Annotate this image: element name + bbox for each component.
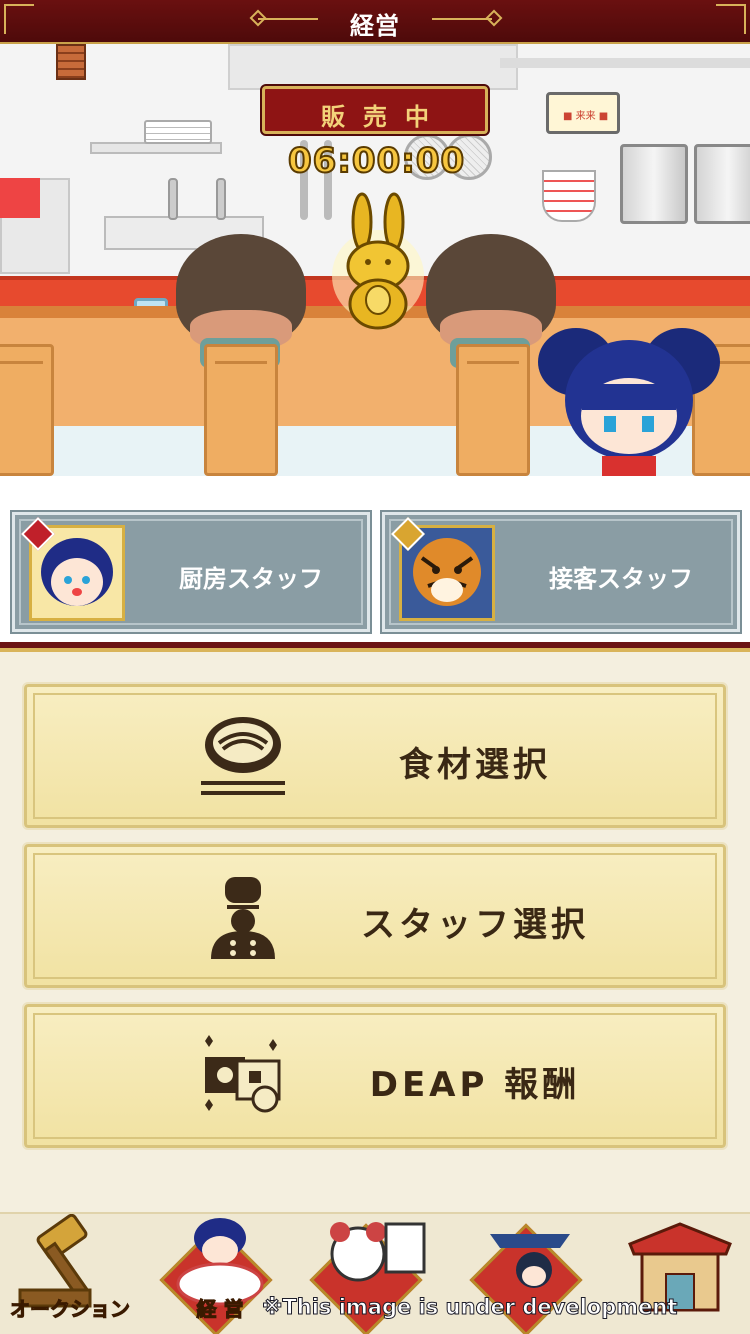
- chef-girl-avatar: [21, 517, 125, 621]
- faucet: [216, 178, 226, 220]
- character-chibi-girl[interactable]: [536, 320, 722, 476]
- golden-rabbit-icon[interactable]: [330, 192, 426, 332]
- sale-status-plate: 販売中: [262, 86, 488, 134]
- faucet: [168, 178, 178, 220]
- stool: [0, 344, 54, 476]
- red-box: [0, 178, 40, 218]
- development-notice: ※This image is under development: [262, 1295, 678, 1320]
- wall-sign: ■ 来来 ■: [546, 92, 620, 134]
- kitchen-staff-button[interactable]: 厨房スタッフ: [10, 510, 372, 634]
- wall-vent: [56, 44, 86, 80]
- stool: [456, 344, 530, 476]
- staff-section: 厨房スタッフ 接客スタッフ: [0, 476, 750, 642]
- deap-reward-button[interactable]: DEAP 報酬: [22, 1002, 728, 1150]
- deap-reward-label: DEAP 報酬: [369, 1065, 581, 1105]
- chef-icon: [211, 877, 275, 959]
- wall-pipe: [500, 58, 750, 68]
- countdown-timer: 06:00:00: [287, 141, 466, 181]
- staff-select-button[interactable]: スタッフ選択: [22, 842, 728, 990]
- ingredient-select-button[interactable]: 食材選択: [22, 682, 728, 830]
- ingredient-select-label: 食材選択: [399, 745, 551, 785]
- exhaust-hood: [228, 44, 518, 90]
- kitchen-staff-label: 厨房スタッフ: [179, 565, 323, 593]
- reward-cards-icon: [205, 1035, 281, 1113]
- nav-auction[interactable]: オークション: [0, 1214, 140, 1334]
- restaurant-scene: ■ 来来 ■ 販売中 06:00:00: [0, 44, 750, 476]
- customer-head: [176, 234, 306, 350]
- menu-panel: 食材選択 スタッフ選択 DEAP 報酬: [0, 642, 750, 1212]
- stock-pot: [694, 144, 750, 224]
- top-header: 経営: [0, 0, 750, 44]
- ramen-bowl-icon: [201, 717, 285, 795]
- service-staff-button[interactable]: 接客スタッフ: [380, 510, 742, 634]
- staff-select-label: スタッフ選択: [361, 905, 589, 945]
- page-title: 経営: [350, 12, 400, 40]
- stacked-plates: [144, 120, 212, 144]
- stock-pot: [620, 144, 688, 224]
- stool: [204, 344, 278, 476]
- service-staff-label: 接客スタッフ: [549, 565, 693, 593]
- tiger-avatar: [391, 517, 495, 621]
- nav-auction-label: オークション: [10, 1297, 131, 1322]
- stacked-bowls: [542, 170, 596, 222]
- sale-status-label: 販売中: [321, 103, 447, 131]
